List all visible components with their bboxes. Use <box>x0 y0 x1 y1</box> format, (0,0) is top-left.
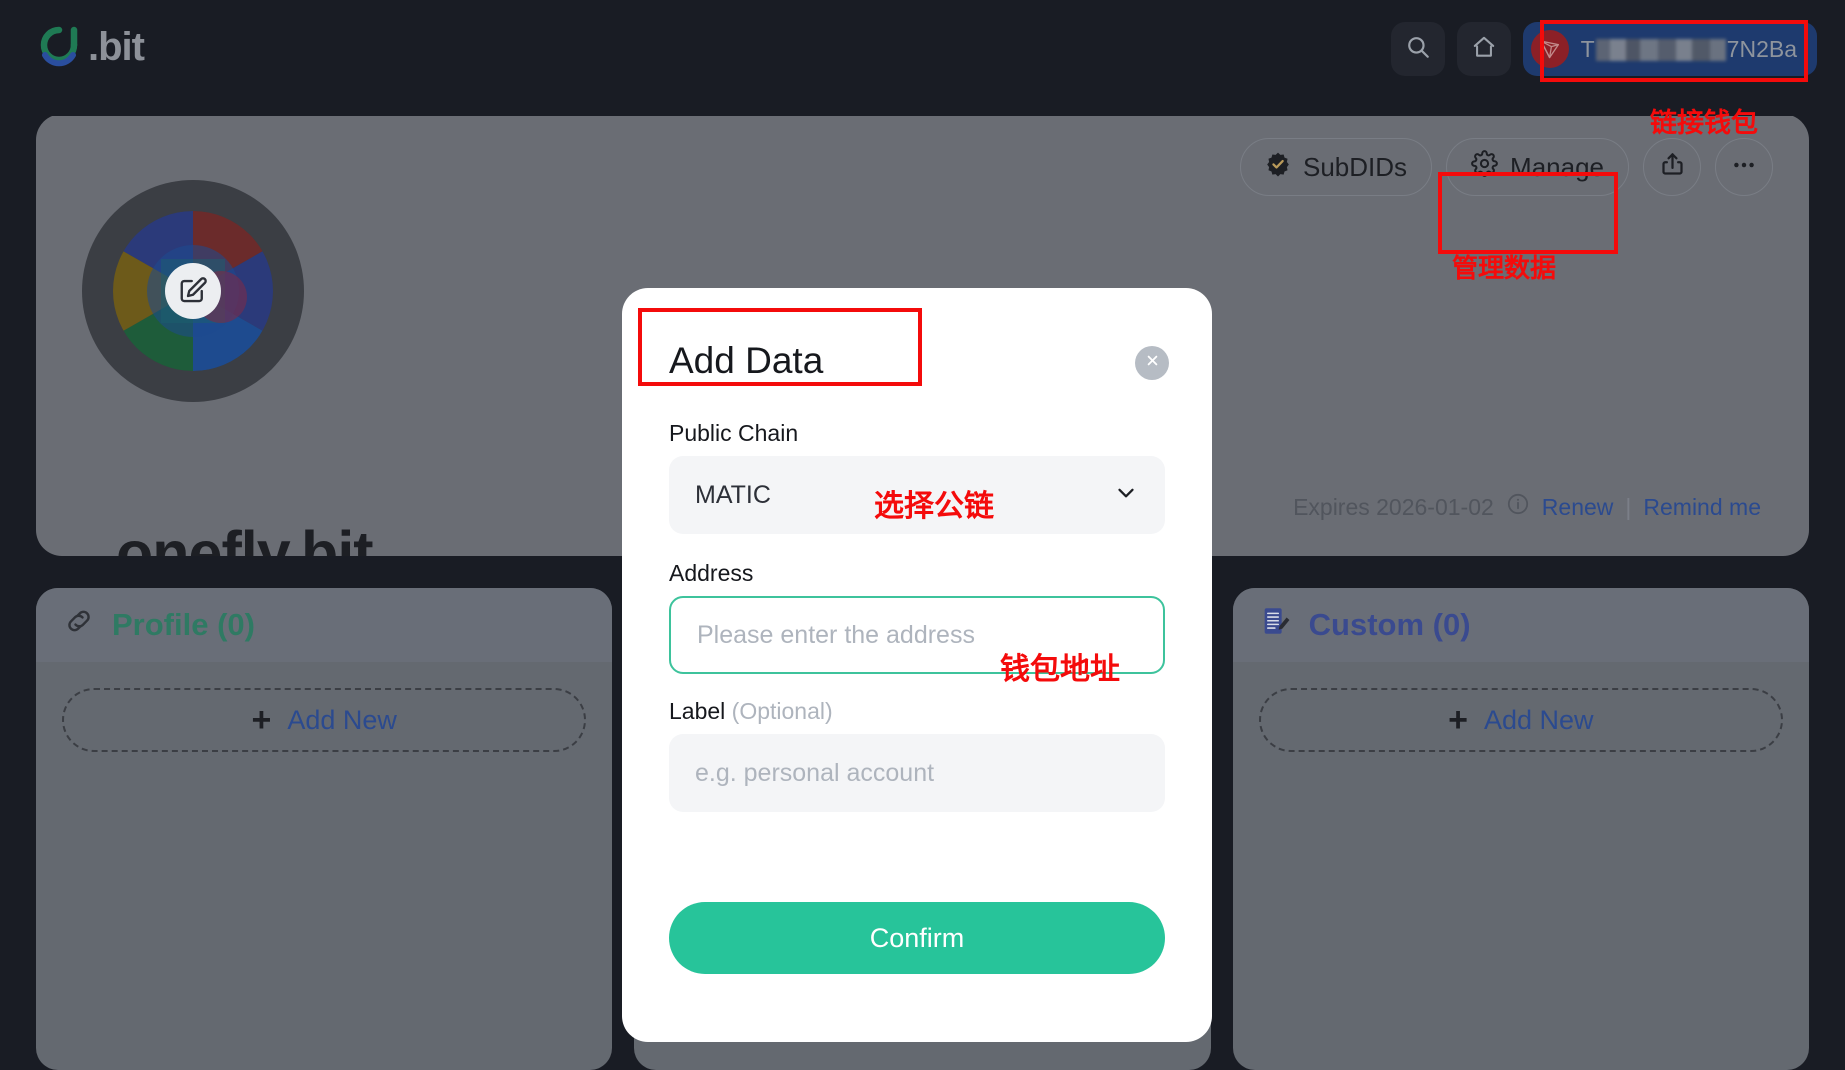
address-placeholder: Please enter the address <box>697 620 975 649</box>
label-input[interactable]: e.g. personal account <box>669 734 1165 812</box>
close-button[interactable] <box>1135 346 1169 380</box>
public-chain-label: Public Chain <box>669 420 799 446</box>
dialog-title: Add Data <box>669 340 824 381</box>
chevron-down-icon <box>1113 480 1139 511</box>
close-icon <box>1144 352 1161 374</box>
label-optional-text: (Optional) <box>731 698 833 724</box>
add-data-dialog: Add Data Public Chain MATIC Address Plea… <box>622 288 1212 1042</box>
address-label: Address <box>669 560 754 586</box>
app-root: onefly.bit No description yet~ SubDIDs <box>0 0 1845 1070</box>
address-input[interactable]: Please enter the address <box>669 596 1165 674</box>
label-text: Label <box>669 698 726 724</box>
public-chain-value: MATIC <box>695 480 771 509</box>
confirm-button[interactable]: Confirm <box>669 902 1165 974</box>
label-field-label: Label (Optional) <box>669 698 833 725</box>
public-chain-select[interactable]: MATIC <box>669 456 1165 534</box>
label-placeholder: e.g. personal account <box>695 758 935 787</box>
